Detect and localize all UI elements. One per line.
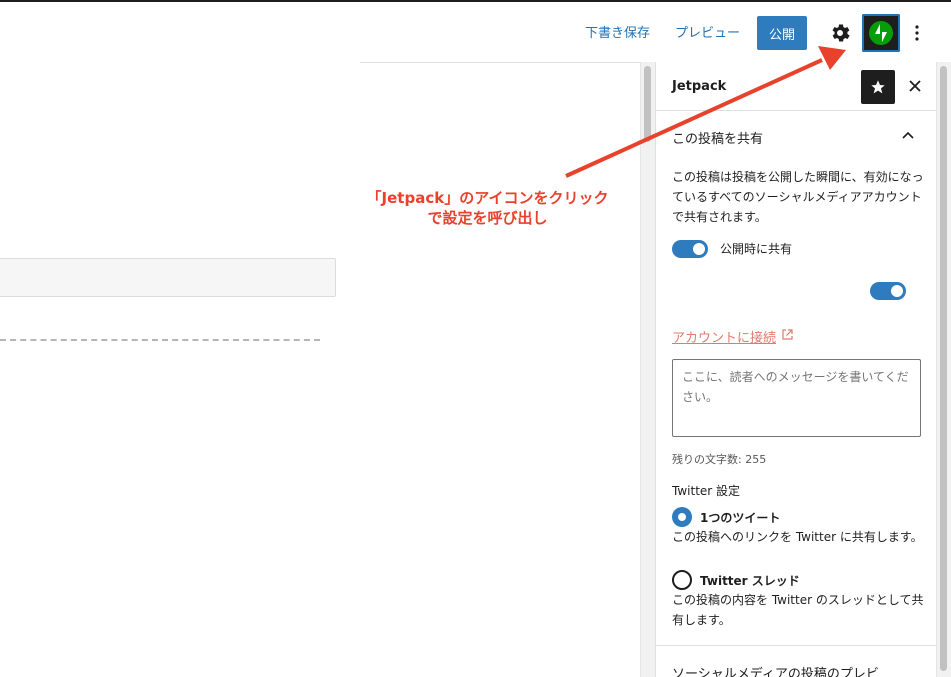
single-tweet-help: この投稿へのリンクを Twitter に共有します。 [672, 530, 923, 544]
share-panel-title: この投稿を共有 [672, 132, 764, 147]
share-message-input[interactable] [672, 359, 921, 437]
social-account-toggle[interactable] [870, 282, 906, 300]
single-tweet-radio[interactable] [672, 507, 692, 527]
header-divider [360, 62, 640, 63]
close-sidebar-button[interactable] [905, 76, 925, 96]
pin-star-button[interactable] [861, 70, 895, 104]
vertical-ellipsis-icon [915, 25, 919, 41]
external-link-icon [782, 329, 793, 340]
annotation-callout: 「Jetpack」のアイコンをクリック で設定を呼び出し [340, 188, 635, 228]
chevron-up-icon [902, 131, 914, 139]
jetpack-bolt-icon [869, 21, 893, 45]
share-on-publish-label: 公開時に共有 [720, 242, 793, 256]
share-description: この投稿は投稿を公開した瞬間に、有効になっているすべてのソーシャルメディアアカウ… [672, 170, 924, 224]
remaining-characters: 残りの文字数: 255 [672, 453, 767, 466]
save-draft-button[interactable]: 下書き保存 [585, 22, 650, 41]
connect-account-link[interactable]: アカウントに接続 [672, 327, 776, 346]
annotation-line-2: で設定を呼び出し [427, 209, 548, 227]
twitter-settings-title: Twitter 設定 [672, 484, 741, 498]
jetpack-button[interactable] [862, 14, 900, 52]
social-preview-panel-title: ソーシャルメディアの投稿のプレビ [672, 667, 879, 677]
sidebar-title: Jetpack [672, 79, 727, 94]
single-tweet-label[interactable]: 1つのツイート [700, 509, 780, 526]
more-options-button[interactable] [907, 21, 927, 45]
twitter-thread-help: この投稿の内容を Twitter のスレッドとして共有します。 [672, 593, 924, 627]
jetpack-sidebar: Jetpack この投稿を共有 この投稿は投稿を公開した瞬間に、有効になっている… [655, 62, 937, 677]
social-preview-panel-toggle[interactable]: ソーシャルメディアの投稿のプレビ [656, 645, 937, 677]
editor-scrollbar-thumb[interactable] [644, 66, 651, 142]
star-icon [871, 80, 885, 94]
settings-button[interactable] [828, 21, 852, 45]
share-on-publish-toggle[interactable] [672, 240, 708, 258]
sidebar-scrollbar[interactable] [936, 62, 951, 677]
editor-scrollbar[interactable] [640, 62, 655, 677]
gear-icon [832, 24, 850, 42]
block-divider [0, 339, 320, 341]
publish-button[interactable]: 公開 [757, 16, 807, 50]
editor-block-field[interactable] [0, 258, 336, 297]
sidebar-header: Jetpack [656, 62, 937, 111]
twitter-thread-label[interactable]: Twitter スレッド [700, 572, 800, 589]
annotation-line-1: 「Jetpack」のアイコンをクリック [366, 189, 609, 207]
twitter-thread-radio[interactable] [672, 570, 692, 590]
close-icon [909, 80, 921, 92]
editor-header: 下書き保存 プレビュー 公開 [0, 2, 951, 62]
sidebar-scrollbar-thumb[interactable] [940, 66, 947, 671]
preview-button[interactable]: プレビュー [675, 22, 740, 41]
share-panel-toggle[interactable]: この投稿を共有 [656, 111, 937, 159]
